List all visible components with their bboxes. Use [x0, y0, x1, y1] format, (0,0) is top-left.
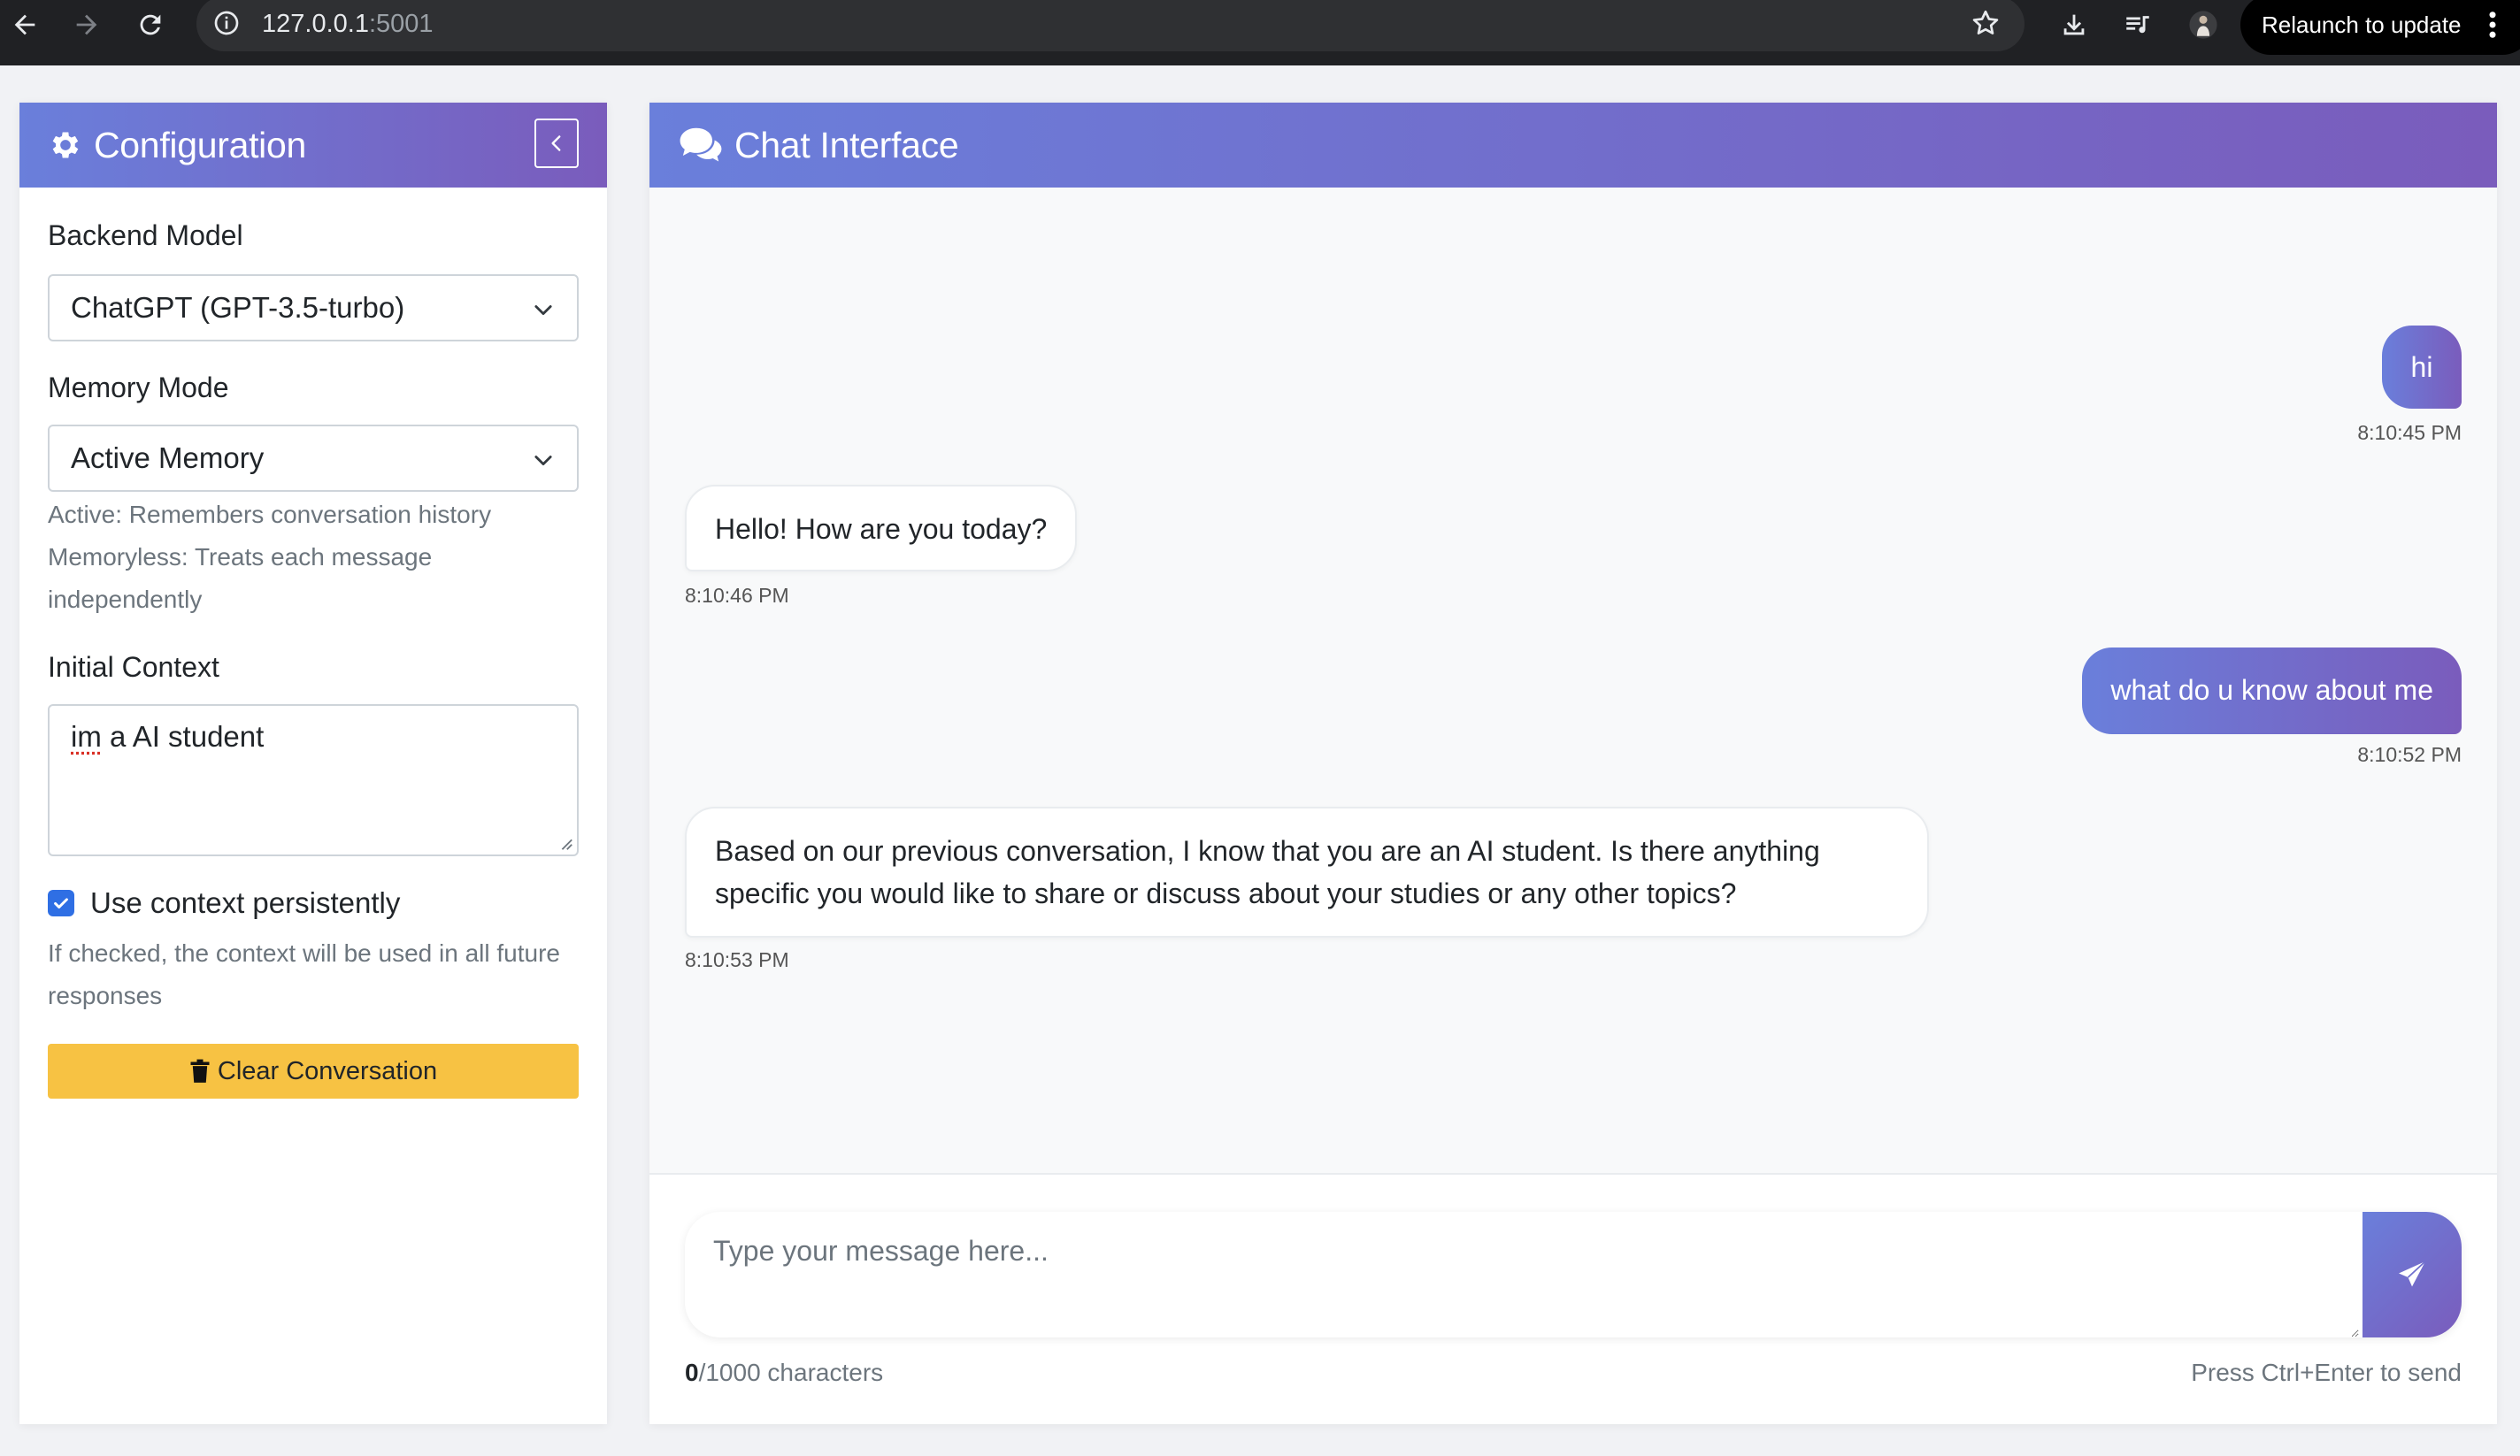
reload-icon [140, 14, 161, 35]
chat-title: Chat Interface [734, 124, 959, 165]
kebab-menu-icon[interactable] [2488, 11, 2497, 39]
initial-context-textarea[interactable]: im a AI student [48, 704, 579, 856]
backend-model-value: ChatGPT (GPT-3.5-turbo) [71, 291, 405, 324]
chat-panel: Chat Interface hi 8:10:45 PM Hello! How … [649, 103, 2497, 1424]
media-queue-icon [2126, 16, 2149, 34]
chevron-left-icon [551, 135, 561, 151]
character-limit: /1000 characters [698, 1359, 884, 1386]
context-misspelled-word: im [71, 720, 102, 753]
user-message: what do u know about me [2082, 648, 2462, 734]
message-composer [685, 1212, 2462, 1337]
message-timestamp: 8:10:52 PM [2357, 743, 2462, 766]
profile-avatar [2189, 11, 2217, 39]
memory-mode-select[interactable]: Active Memory [48, 425, 579, 492]
profile-button[interactable] [2178, 0, 2228, 50]
info-icon[interactable] [212, 9, 241, 37]
memory-mode-label: Memory Mode [48, 372, 229, 403]
relaunch-label: Relaunch to update [2262, 11, 2462, 38]
chat-header: Chat Interface [649, 103, 2497, 188]
check-icon [54, 898, 68, 909]
send-icon [2399, 1261, 2426, 1287]
message-list: hi 8:10:45 PM Hello! How are you today? … [649, 188, 2497, 1175]
bot-message: Based on our previous conversation, I kn… [685, 807, 1929, 938]
configuration-title: Configuration [94, 124, 306, 165]
memory-mode-value: Active Memory [71, 441, 265, 474]
character-count: 0 [685, 1359, 699, 1386]
back-arrow-icon [14, 14, 35, 35]
forward-button[interactable] [62, 0, 111, 50]
back-button[interactable] [0, 0, 50, 50]
memory-mode-help: Active: Remembers conversation history M… [48, 494, 579, 621]
comments-icon [678, 126, 724, 165]
send-shortcut-hint: Press Ctrl+Enter to send [2191, 1359, 2462, 1386]
persist-context-help: If checked, the context will be used in … [48, 939, 560, 1009]
browser-toolbar: 127.0.0.1:5001 Relaunch to update [0, 0, 2520, 65]
backend-model-select[interactable]: ChatGPT (GPT-3.5-turbo) [48, 274, 579, 341]
gear-icon [48, 127, 83, 163]
chevron-down-icon [534, 305, 552, 316]
url-port: :5001 [368, 10, 434, 38]
relaunch-button[interactable]: Relaunch to update [2240, 0, 2520, 55]
clear-conversation-button[interactable]: Clear Conversation [48, 1044, 579, 1099]
persist-context-checkbox[interactable] [48, 890, 74, 916]
message-input[interactable] [685, 1212, 2359, 1337]
configuration-panel: Configuration Backend Model ChatGPT (GPT… [19, 103, 607, 1424]
clear-conversation-label: Clear Conversation [217, 1056, 438, 1085]
url-text: 127.0.0.1:5001 [262, 8, 434, 40]
memory-help-memoryless: Memoryless: Treats each message independ… [48, 543, 433, 613]
message-timestamp: 8:10:46 PM [685, 584, 789, 607]
collapse-sidebar-button[interactable] [534, 119, 579, 168]
memory-help-active: Active: Remembers conversation history [48, 501, 492, 528]
downloads-button[interactable] [2049, 0, 2099, 50]
backend-model-label: Backend Model [48, 219, 243, 251]
url-host: 127.0.0.1 [262, 10, 369, 38]
reload-button[interactable] [126, 0, 175, 50]
address-bar[interactable]: 127.0.0.1:5001 [196, 0, 2024, 51]
chevron-down-icon [534, 456, 552, 466]
bot-message: Hello! How are you today? [685, 485, 1078, 571]
context-text: a AI student [101, 720, 265, 753]
send-button[interactable] [2362, 1212, 2462, 1337]
user-message: hi [2382, 326, 2462, 409]
media-button[interactable] [2113, 0, 2163, 50]
message-timestamp: 8:10:53 PM [685, 948, 789, 971]
character-counter: 0/1000 characters [685, 1359, 883, 1387]
message-timestamp: 8:10:45 PM [2357, 421, 2462, 444]
initial-context-label: Initial Context [48, 651, 219, 683]
download-icon [2063, 14, 2085, 35]
forward-arrow-icon [76, 14, 97, 35]
resize-grip-icon[interactable] [557, 835, 573, 851]
trash-icon [190, 1059, 210, 1083]
configuration-header: Configuration [19, 103, 607, 188]
persist-context-label[interactable]: Use context persistently [90, 886, 400, 920]
star-icon[interactable] [1970, 7, 2001, 39]
